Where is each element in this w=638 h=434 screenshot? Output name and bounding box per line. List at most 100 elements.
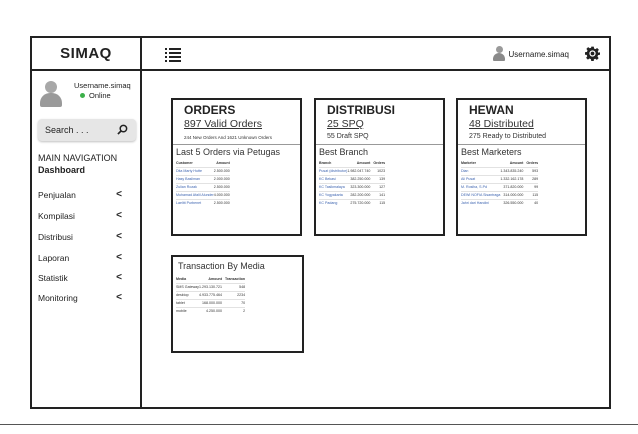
table-header-row: Marketer Amount Orders bbox=[461, 159, 538, 167]
orders-subtext: 244 New Orders And 1621 Unknown Orders bbox=[184, 135, 273, 140]
table-row[interactable]: Ali Pusat 1.332.162.178 289 bbox=[461, 174, 539, 183]
table-row[interactable]: Muhamad Afalil Alunder 4.000.000 bbox=[176, 190, 230, 199]
media-cell: SMS Gateway bbox=[176, 282, 199, 291]
customer-link[interactable]: Dita Marty Hutte bbox=[176, 166, 214, 175]
marketer-link[interactable]: Dian bbox=[461, 166, 501, 175]
card-title: HEWAN bbox=[469, 103, 514, 117]
sidebar-item-label: Distribusi bbox=[38, 232, 73, 242]
customer-link[interactable]: Zulian Rozak bbox=[176, 182, 214, 191]
chevron-left-icon: < bbox=[116, 252, 122, 263]
table-row[interactable]: M. Rosiha, S.Pd 371.820.000 99 bbox=[461, 182, 539, 191]
marketer-link[interactable]: Ali Pusat bbox=[461, 174, 501, 183]
orders-cell: 139 bbox=[370, 174, 386, 183]
branch-link[interactable]: Pusat (distributor) bbox=[319, 166, 348, 175]
card-title: DISTRIBUSI bbox=[327, 103, 396, 117]
column-header: Customer bbox=[176, 160, 193, 165]
card-title: ORDERS bbox=[184, 103, 236, 117]
status-dot-icon bbox=[80, 93, 85, 98]
table-row: desktop 4.933.775.464 2234 bbox=[176, 290, 246, 299]
table-row[interactable]: KC Bekasi 382.250.000 139 bbox=[319, 174, 386, 183]
online-status: Online bbox=[80, 91, 111, 100]
table-row[interactable]: Pusat (distributor) 1.982.047.740 1023 bbox=[319, 166, 386, 175]
sidebar-item-label: Penjualan bbox=[38, 190, 76, 200]
table-row: tablet 168.000.000 70 bbox=[176, 298, 246, 307]
sidebar-item-distribusi[interactable]: Distribusi < bbox=[38, 231, 128, 244]
amount-cell: 2.500.000 bbox=[213, 166, 230, 175]
orders-cell: 141 bbox=[370, 190, 386, 199]
table-row[interactable]: KC Tasikmalaya 323.300.000 127 bbox=[319, 182, 386, 191]
column-header: Media bbox=[176, 276, 187, 281]
page-bottom-divider bbox=[0, 424, 638, 425]
amount-cell: 282.200.000 bbox=[347, 190, 371, 199]
search-icon[interactable] bbox=[117, 124, 128, 135]
brand-name: SIMAQ bbox=[60, 45, 112, 62]
marketer-link[interactable]: DEWI NOFIA Sisantraga bbox=[461, 190, 501, 199]
distributed-link[interactable]: 48 Distributed bbox=[469, 118, 534, 130]
table-row[interactable]: Zulian Rozak 2.500.000 bbox=[176, 182, 230, 191]
orders-cell: 289 bbox=[523, 174, 539, 183]
branch-link[interactable]: KC Yogyakarta bbox=[319, 190, 348, 199]
topbar-username: Username.simaq bbox=[508, 49, 569, 59]
sidebar-item-statistik[interactable]: Statistik < bbox=[38, 272, 128, 285]
sidebar-username: Username.simaq bbox=[74, 81, 131, 90]
amount-cell: 1.982.047.740 bbox=[347, 166, 371, 175]
orders-cell: 115 bbox=[370, 198, 386, 207]
table-header-row: Customer Amount bbox=[176, 159, 230, 167]
amount-cell: 382.250.000 bbox=[347, 174, 371, 183]
branch-link[interactable]: KC Padang bbox=[319, 198, 348, 207]
column-header: Transaction bbox=[224, 276, 246, 281]
marketer-link[interactable]: M. Rosiha, S.Pd bbox=[461, 182, 501, 191]
valid-orders-link[interactable]: 897 Valid Orders bbox=[184, 118, 262, 130]
list-title: Transaction By Media bbox=[178, 261, 265, 271]
orders-cell: 593 bbox=[523, 166, 539, 175]
avatar-icon bbox=[492, 46, 505, 62]
table-row[interactable]: DEWI NOFIA Sisantraga 314.000.000 115 bbox=[461, 190, 539, 199]
divider bbox=[173, 144, 300, 145]
marketer-link[interactable]: Jahri dari Handini bbox=[461, 198, 501, 207]
amount-cell: 314.000.000 bbox=[500, 190, 524, 199]
divider bbox=[458, 144, 585, 145]
main-content: ORDERS 897 Valid Orders 244 New Orders A… bbox=[142, 71, 609, 407]
table-row[interactable]: Dita Marty Hutte 2.500.000 bbox=[176, 166, 230, 175]
marketers-table: Marketer Amount Orders Dian 1.343.835.240 59… bbox=[461, 159, 539, 207]
menu-list-icon[interactable] bbox=[165, 47, 181, 62]
sidebar-item-laporan[interactable]: Laporan < bbox=[38, 252, 128, 265]
top-bar: Username.simaq bbox=[142, 38, 609, 71]
table-row[interactable]: Dian 1.343.835.240 593 bbox=[461, 166, 539, 175]
user-menu[interactable]: Username.simaq bbox=[492, 46, 569, 62]
chevron-left-icon: < bbox=[116, 189, 122, 200]
column-header: Marketer bbox=[461, 160, 476, 165]
transaction-cell: 2 bbox=[221, 306, 246, 315]
media-cell: mobile bbox=[176, 306, 199, 315]
sidebar-item-monitoring[interactable]: Monitoring < bbox=[38, 292, 128, 305]
search-input[interactable]: Search . . . bbox=[38, 119, 136, 141]
spq-link[interactable]: 25 SPQ bbox=[327, 118, 364, 130]
customer-link[interactable]: Laelitt Purbenet bbox=[176, 198, 214, 207]
customer-link[interactable]: Muhamad Afalil Alunder bbox=[176, 190, 214, 199]
sidebar-item-penjualan[interactable]: Penjualan < bbox=[38, 189, 128, 202]
sidebar-item-dashboard[interactable]: Dashboard bbox=[38, 165, 85, 175]
branch-link[interactable]: KC Bekasi bbox=[319, 174, 348, 183]
branch-link[interactable]: KC Tasikmalaya bbox=[319, 182, 348, 191]
orders-table: Customer Amount Dita Marty Hutte 2.500.000… bbox=[176, 159, 230, 207]
list-title: Best Marketers bbox=[461, 147, 522, 157]
table-row[interactable]: Jahri dari Handini 326.550.000 40 bbox=[461, 198, 539, 207]
column-header: Amount bbox=[356, 160, 371, 165]
app-window: SIMAQ Username.simaq Username.simaq Onli… bbox=[30, 36, 611, 409]
table-row[interactable]: Hasy Basliman 2.000.000 bbox=[176, 174, 230, 183]
sidebar-item-kompilasi[interactable]: Kompilasi < bbox=[38, 210, 128, 223]
search-placeholder: Search . . . bbox=[45, 125, 89, 135]
app-brand[interactable]: SIMAQ bbox=[32, 38, 142, 71]
table-row[interactable]: KC Padang 275.720.000 115 bbox=[319, 198, 386, 207]
table-row[interactable]: Laelitt Purbenet 2.500.000 bbox=[176, 198, 230, 207]
table-row: SMS Gateway 1.293.130.721 548 bbox=[176, 282, 246, 291]
sidebar-item-label: Statistik bbox=[38, 273, 68, 283]
branch-table: Branch Amount Orders Pusat (distributor) 1.… bbox=[319, 159, 386, 207]
avatar-icon bbox=[40, 81, 62, 107]
gear-icon[interactable] bbox=[585, 46, 600, 61]
table-row: mobile 4.250.000 2 bbox=[176, 306, 246, 315]
table-row[interactable]: KC Yogyakarta 282.200.000 141 bbox=[319, 190, 386, 199]
status-label: Online bbox=[89, 91, 111, 100]
hewan-card: HEWAN 48 Distributed 275 Ready to Distri… bbox=[456, 98, 587, 236]
customer-link[interactable]: Hasy Basliman bbox=[176, 174, 214, 183]
